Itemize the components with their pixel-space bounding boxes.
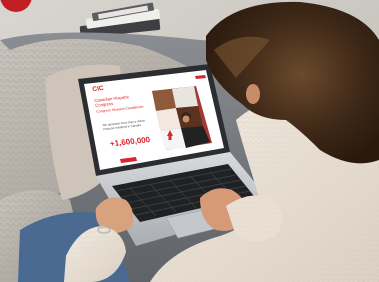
photo-scene: CIC Canadian Hispanic Congress Congreso …: [0, 0, 379, 282]
screen-logo: CIC: [92, 85, 105, 93]
photo-canvas: CIC Canadian Hispanic Congress Congreso …: [0, 0, 379, 282]
ear: [246, 84, 260, 104]
